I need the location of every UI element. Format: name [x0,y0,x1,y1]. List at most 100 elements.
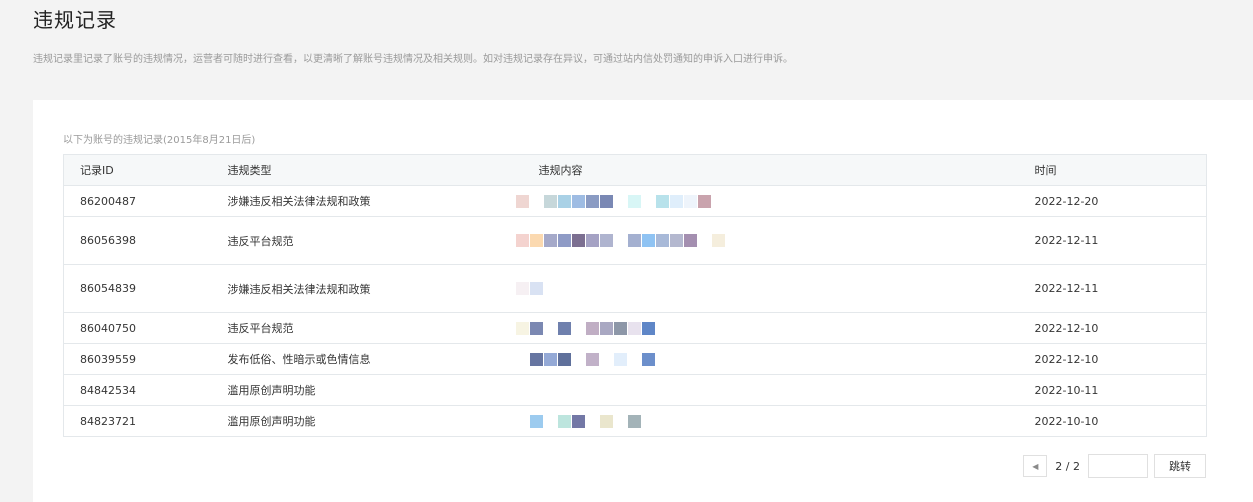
mosaic-pixel [697,194,711,208]
mosaic-pixel [655,234,669,247]
table-row: 86056398 违反平台规范 2022-12-11 [63,216,1207,265]
mosaic-pixel [613,321,627,335]
table-caption: 以下为账号的违规记录(2015年8月21日后) [63,135,256,146]
violation-records-table: 记录ID 违规类型 违规内容 时间 86200487 涉嫌违反相关法律法规和政策 2… [63,154,1207,437]
mosaic-pixel [627,194,641,208]
mosaic-pixel [515,414,529,428]
mosaic-pixel [599,194,613,208]
violation-type-link[interactable]: 滥用原创声明功能 [211,374,523,406]
mosaic-pixel [599,234,613,247]
time-cell: 2022-10-10 [1018,405,1207,437]
mosaic-pixel [683,194,697,208]
header-record-id: 记录ID [63,154,212,186]
mosaic-pixel [515,234,529,247]
mosaic-pixel [515,194,529,208]
time-cell: 2022-10-11 [1018,374,1207,406]
blurred-content-image [515,282,1019,295]
mosaic-pixel [585,352,599,366]
table-row: 86040750 违反平台规范 2022-12-10 [63,312,1207,344]
mosaic-pixel [543,234,557,247]
mosaic-pixel [627,321,641,335]
mosaic-pixel [543,194,557,208]
header-violation-type: 违规类型 [211,154,523,186]
mosaic-pixel [571,194,585,208]
violation-type-link[interactable]: 涉嫌违反相关法律法规和政策 [211,264,523,313]
violation-content-cell [515,343,1019,375]
mosaic-pixel [529,194,543,208]
mosaic-pixel [585,234,599,247]
mosaic-pixel [557,234,571,247]
violation-content-cell [515,264,1019,313]
page-number-input[interactable] [1088,454,1148,478]
prev-page-button[interactable]: ◀ [1023,455,1048,477]
chevron-left-icon: ◀ [1032,461,1039,471]
header-violation-content: 违规内容 [522,154,1019,186]
blurred-content-image [515,234,1019,247]
record-id-cell: 86039559 [63,343,212,375]
mosaic-pixel [641,352,655,366]
blurred-content-image [515,321,1019,335]
mosaic-pixel [697,234,711,247]
jump-button[interactable]: 跳转 [1154,454,1206,478]
mosaic-pixel [627,352,641,366]
mosaic-pixel [557,321,571,335]
record-id-cell: 84823721 [63,405,212,437]
violation-type-link[interactable]: 发布低俗、性暗示或色情信息 [211,343,523,375]
time-cell: 2022-12-11 [1018,264,1207,313]
violation-type-link[interactable]: 滥用原创声明功能 [211,405,523,437]
mosaic-pixel [529,352,543,366]
violation-type-link[interactable]: 违反平台规范 [211,216,523,265]
mosaic-pixel [515,321,529,335]
violation-type-link[interactable]: 涉嫌违反相关法律法规和政策 [211,185,523,217]
table-header-row: 记录ID 违规类型 违规内容 时间 [63,154,1207,186]
mosaic-pixel [613,414,627,428]
table-row: 84842534 滥用原创声明功能 2022-10-11 [63,374,1207,406]
mosaic-pixel [683,234,697,247]
blurred-content-image [515,414,1019,428]
mosaic-pixel [599,414,613,428]
table-row: 86039559 发布低俗、性暗示或色情信息 2022-12-10 [63,343,1207,375]
mosaic-pixel [529,321,543,335]
record-id-cell: 86200487 [63,185,212,217]
table-row: 86054839 涉嫌违反相关法律法规和政策 2022-12-11 [63,264,1207,313]
mosaic-pixel [599,321,613,335]
blurred-content-image [515,352,1019,366]
header-time: 时间 [1018,154,1207,186]
mosaic-pixel [585,414,599,428]
mosaic-pixel [543,352,557,366]
mosaic-pixel [613,234,627,247]
mosaic-pixel [557,194,571,208]
mosaic-pixel [515,352,529,366]
violation-content-cell [515,405,1019,437]
mosaic-pixel [613,352,627,366]
mosaic-pixel [529,234,543,247]
mosaic-pixel [627,414,641,428]
record-id-cell: 86054839 [63,264,212,313]
mosaic-pixel [655,194,669,208]
mosaic-pixel [669,194,683,208]
table-row: 86200487 涉嫌违反相关法律法规和政策 2022-12-20 [63,185,1207,217]
mosaic-pixel [641,321,655,335]
mosaic-pixel [571,414,585,428]
records-panel: 以下为账号的违规记录(2015年8月21日后) 记录ID 违规类型 违规内容 时… [33,100,1253,502]
mosaic-pixel [515,282,529,295]
pagination: ◀ 2 / 2 跳转 [1023,454,1206,478]
mosaic-pixel [543,321,557,335]
mosaic-pixel [529,282,543,295]
mosaic-pixel [571,234,585,247]
time-cell: 2022-12-10 [1018,343,1207,375]
page-indicator: 2 / 2 [1055,459,1080,473]
mosaic-pixel [613,194,627,208]
page-description: 违规记录里记录了账号的违规情况，运营者可随时进行查看，以更清晰了解账号违规情况及… [33,54,793,65]
mosaic-pixel [585,321,599,335]
mosaic-pixel [571,352,585,366]
time-cell: 2022-12-10 [1018,312,1207,344]
violation-type-link[interactable]: 违反平台规范 [211,312,523,344]
mosaic-pixel [585,194,599,208]
blurred-content-image [515,194,1019,208]
violation-content-cell [515,312,1019,344]
record-id-cell: 86056398 [63,216,212,265]
mosaic-pixel [529,414,543,428]
mosaic-pixel [711,234,725,247]
record-id-cell: 86040750 [63,312,212,344]
